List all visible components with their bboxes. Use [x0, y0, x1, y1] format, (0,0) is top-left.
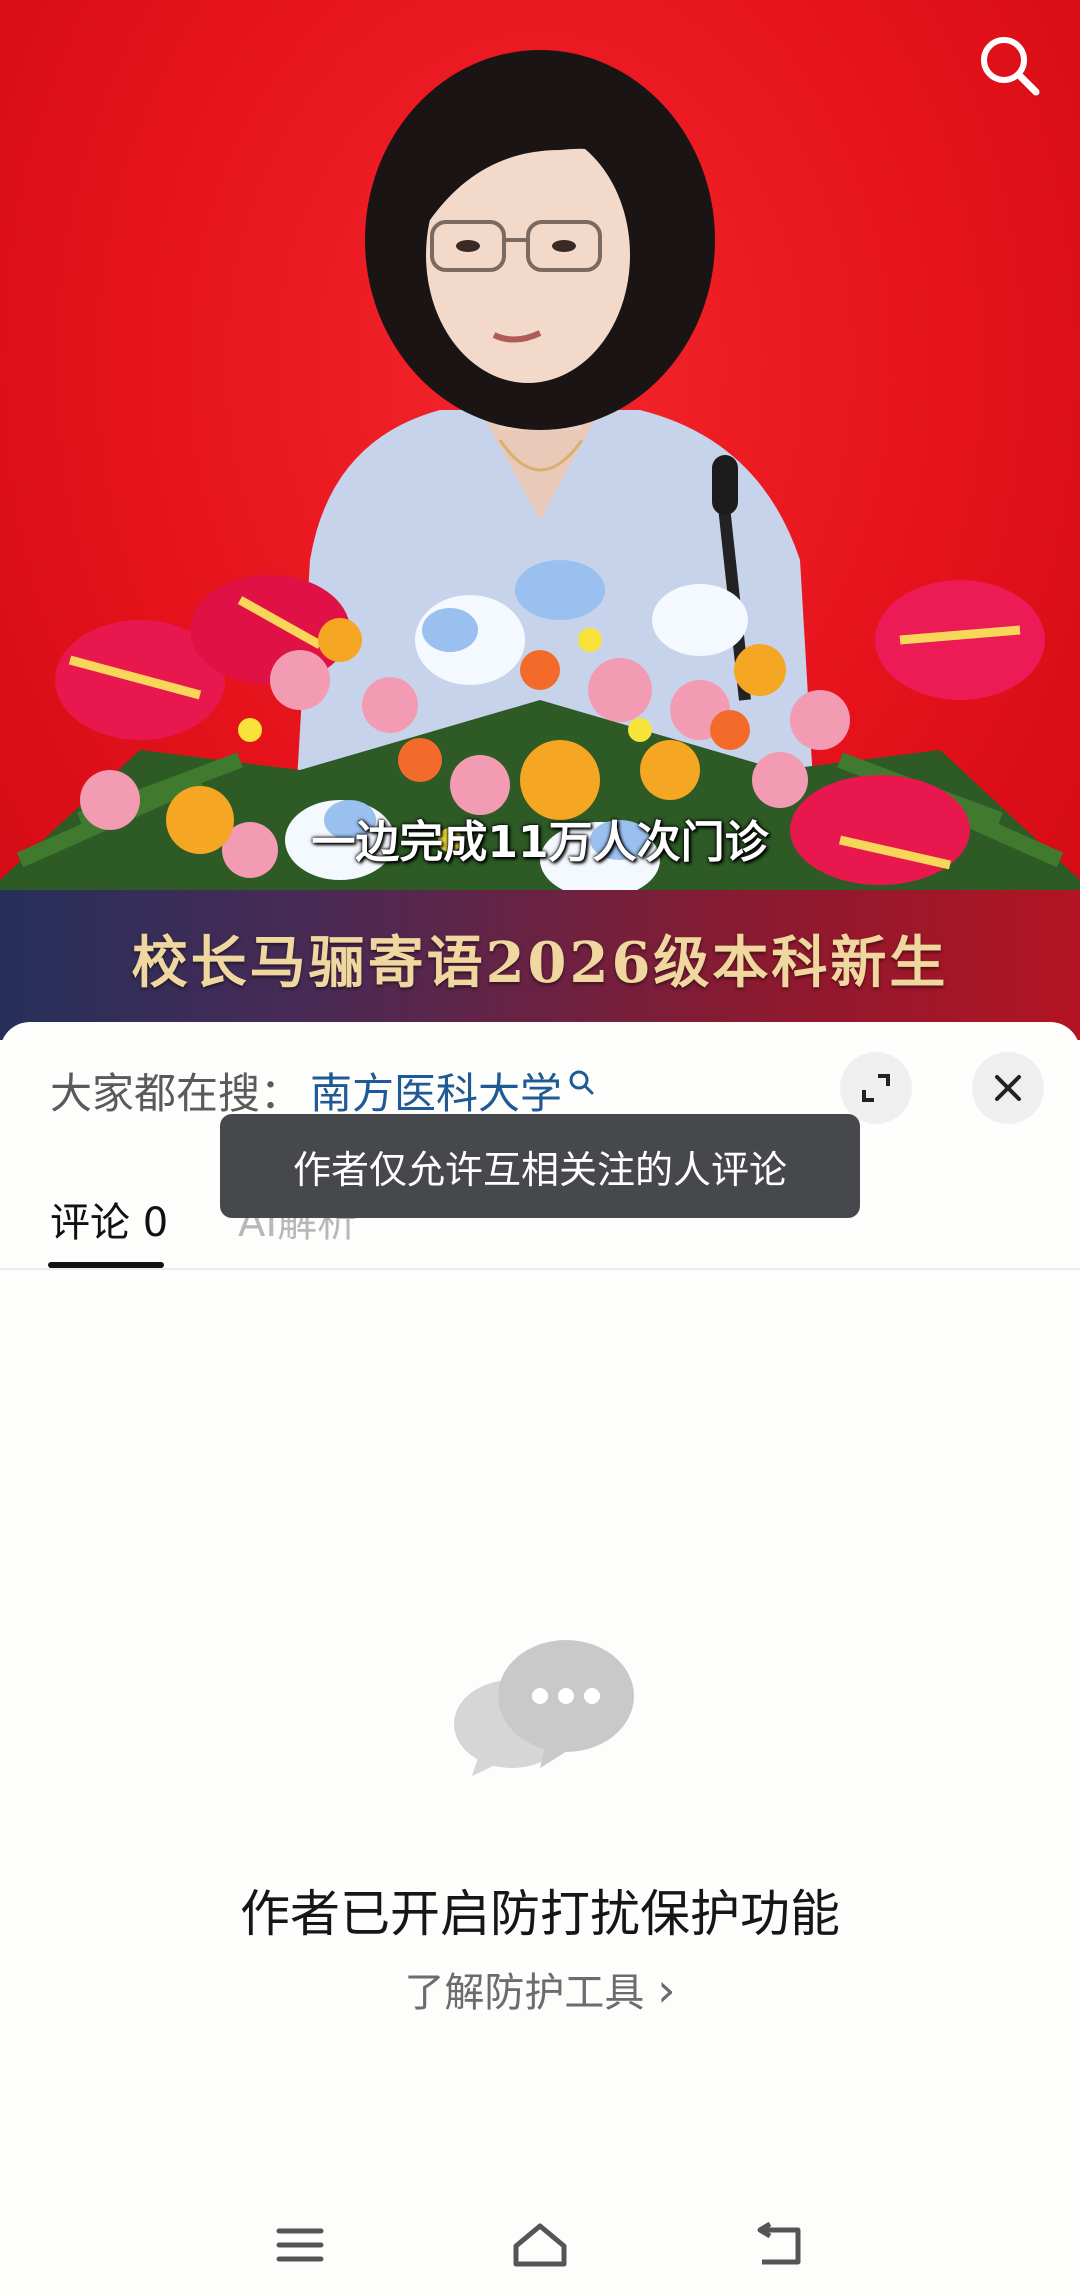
comment-count: 0	[142, 1200, 169, 1246]
menu-button[interactable]	[260, 2210, 340, 2280]
search-button[interactable]	[974, 30, 1044, 100]
expand-button[interactable]	[840, 1052, 912, 1124]
search-icon	[981, 37, 1040, 96]
toast-message: 作者仅允许互相关注的人评论	[220, 1114, 860, 1218]
tab-comments[interactable]: 评论 0	[50, 1190, 168, 1248]
close-button[interactable]	[972, 1052, 1044, 1124]
video-player[interactable]: 一边完成11万人次门诊 校长马骊寄语2026级本科新生	[0, 0, 1080, 1040]
banner-title: 校长马骊寄语2026级本科新生	[131, 930, 949, 996]
menu-icon	[276, 2228, 324, 2262]
empty-state-title: 作者已开启防打扰保护功能	[240, 1885, 840, 1943]
system-navigation-bar	[0, 2200, 1080, 2296]
search-icon	[569, 1070, 594, 1094]
learn-protection-link[interactable]: 了解防护工具 ›	[0, 1960, 1080, 2018]
home-button[interactable]	[500, 2210, 580, 2280]
trending-search[interactable]: 大家都在搜： 南方医科大学	[50, 1060, 594, 1121]
close-icon	[995, 1075, 1021, 1101]
chat-bubbles-icon	[454, 1640, 634, 1776]
video-banner: 校长马骊寄语2026级本科新生	[0, 890, 1080, 1040]
expand-icon	[862, 1074, 890, 1102]
trending-search-term[interactable]: 南方医科大学	[310, 1060, 562, 1121]
video-subtitle: 一边完成11万人次门诊	[311, 817, 769, 868]
trending-search-label: 大家都在搜：	[50, 1069, 303, 1118]
back-button[interactable]	[740, 2210, 820, 2280]
divider	[0, 1268, 1080, 1270]
back-icon	[757, 2222, 801, 2265]
tab-comments-label: 评论	[50, 1200, 130, 1246]
home-icon	[513, 2223, 567, 2267]
learn-protection-label: 了解防护工具	[404, 1970, 645, 2016]
chevron-right-icon: ›	[657, 1963, 676, 2017]
